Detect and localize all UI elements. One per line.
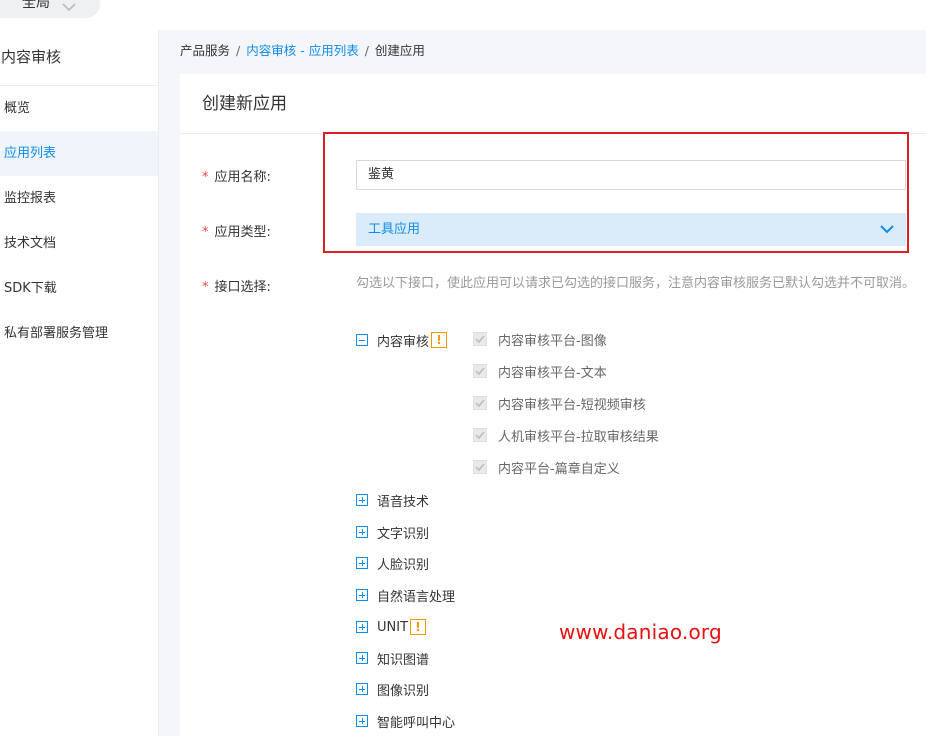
tree-group-face: 人脸识别: [356, 554, 430, 573]
required-mark: *: [202, 280, 209, 295]
breadcrumb-current: 创建应用: [374, 43, 425, 58]
tree-group-image-recognition: 图像识别: [356, 680, 430, 699]
expand-icon[interactable]: [356, 715, 368, 727]
check-icon: [475, 367, 485, 375]
sidebar-item-overview[interactable]: 概览: [0, 86, 158, 131]
checkbox-disabled-checked[interactable]: [473, 460, 487, 474]
api-option-label: 内容平台-篇章自定义: [498, 461, 620, 477]
checkbox-disabled-checked[interactable]: [473, 364, 487, 378]
tree-group-label: 图像识别: [377, 683, 430, 699]
breadcrumb-root[interactable]: 产品服务: [180, 43, 230, 58]
checkbox-disabled-checked[interactable]: [473, 332, 487, 346]
sidebar-item-app-list[interactable]: 应用列表: [0, 131, 158, 176]
top-bar: 全局: [0, 0, 926, 30]
region-label: 全局: [22, 0, 50, 11]
check-icon: [475, 399, 485, 407]
check-icon: [475, 463, 485, 471]
api-option-image: 内容审核平台-图像: [473, 330, 607, 349]
tree-group-label: 自然语言处理: [377, 589, 456, 605]
check-icon: [475, 335, 485, 343]
tree-group-call-center: 智能呼叫中心: [356, 712, 456, 731]
app-name-label-text: 应用名称:: [214, 170, 271, 185]
tree-group-label: 人脸识别: [377, 557, 430, 573]
required-mark: *: [202, 225, 209, 240]
warning-icon: !: [431, 332, 448, 348]
expand-icon[interactable]: [356, 589, 368, 601]
check-icon: [475, 431, 485, 439]
app-name-label: * 应用名称:: [202, 166, 271, 185]
warning-icon: !: [410, 619, 427, 635]
api-option-label: 内容审核平台-文本: [498, 365, 607, 381]
sidebar-item-monitor-report[interactable]: 监控报表: [0, 176, 158, 221]
breadcrumb: 产品服务 / 内容审核 - 应用列表 / 创建应用: [180, 30, 425, 72]
api-option-label: 人机审核平台-拉取审核结果: [498, 429, 659, 445]
expand-icon[interactable]: [356, 494, 368, 506]
api-option-short-video: 内容审核平台-短视频审核: [473, 394, 646, 413]
api-option-label: 内容审核平台-图像: [498, 333, 607, 349]
sidebar-item-tech-docs[interactable]: 技术文档: [0, 221, 158, 266]
tree-group-label: 智能呼叫中心: [377, 715, 456, 731]
watermark: www.daniao.org: [559, 620, 722, 644]
expand-icon[interactable]: [356, 683, 368, 695]
checkbox-disabled-checked[interactable]: [473, 396, 487, 410]
tree-group-unit: UNIT !: [356, 618, 427, 636]
api-select-label: * 接口选择:: [202, 276, 271, 295]
api-option-article-custom: 内容平台-篇章自定义: [473, 458, 620, 477]
api-select-label-text: 接口选择:: [214, 280, 271, 295]
breadcrumb-separator: /: [236, 43, 241, 58]
expand-icon[interactable]: [356, 557, 368, 569]
tree-group-nlp: 自然语言处理: [356, 586, 456, 605]
expand-icon[interactable]: [356, 621, 368, 633]
tree-group-label: 语音技术: [377, 494, 430, 510]
api-option-label: 内容审核平台-短视频审核: [498, 397, 646, 413]
tree-group-ocr: 文字识别: [356, 523, 430, 542]
api-select-hint: 勾选以下接口，使此应用可以请求已勾选的接口服务，注意内容审核服务已默认勾选并不可…: [356, 276, 916, 291]
sidebar-title: 内容审核: [0, 30, 158, 86]
breadcrumb-parent-link[interactable]: 内容审核 - 应用列表: [246, 43, 358, 58]
required-mark: *: [202, 170, 209, 185]
tree-group-label: 内容审核: [377, 334, 430, 350]
app-type-label: * 应用类型:: [202, 221, 271, 240]
collapse-icon[interactable]: [356, 334, 368, 346]
api-option-pull-results: 人机审核平台-拉取审核结果: [473, 426, 659, 445]
checkbox-disabled-checked[interactable]: [473, 428, 487, 442]
region-selector[interactable]: 全局: [0, 0, 100, 18]
annotation-highlight-box: [323, 132, 909, 253]
tree-group-knowledge-graph: 知识图谱: [356, 649, 430, 668]
tree-group-content-review: 内容审核 !: [356, 331, 448, 350]
sidebar-item-sdk-download[interactable]: SDK下载: [0, 266, 158, 311]
chevron-down-icon: [62, 3, 76, 12]
tree-group-label: UNIT: [377, 619, 409, 635]
expand-icon[interactable]: [356, 652, 368, 664]
tree-group-label: 知识图谱: [377, 652, 430, 668]
tree-group-label: 文字识别: [377, 526, 430, 542]
expand-icon[interactable]: [356, 526, 368, 538]
api-option-text: 内容审核平台-文本: [473, 362, 607, 381]
breadcrumb-separator: /: [364, 43, 369, 58]
tree-group-speech: 语音技术: [356, 491, 430, 510]
sidebar: 内容审核 概览 应用列表 监控报表 技术文档 SDK下载 私有部署服务管理: [0, 30, 159, 736]
sidebar-item-private-deploy[interactable]: 私有部署服务管理: [0, 311, 158, 356]
app-type-label-text: 应用类型:: [214, 225, 271, 240]
page-title: 创建新应用: [180, 74, 926, 134]
